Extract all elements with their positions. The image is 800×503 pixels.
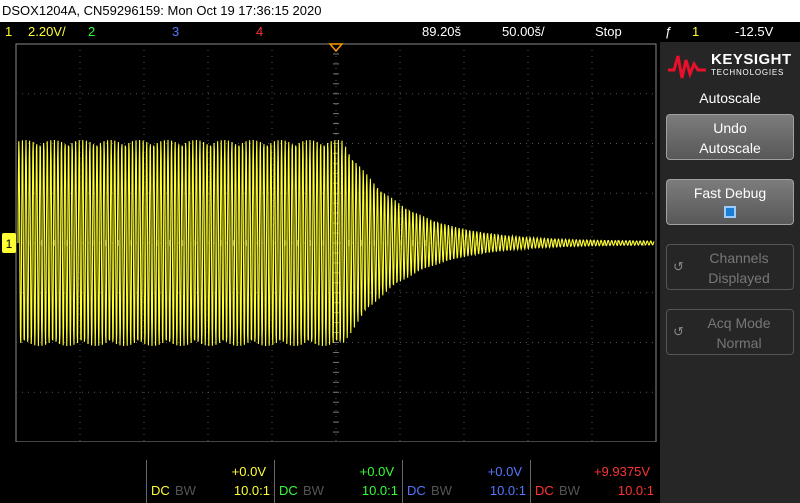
loop-arrow-icon: ↺: [673, 259, 684, 274]
acq-mode-button[interactable]: ↺ Acq Mode Normal: [666, 309, 794, 355]
ch1-ground-label: 1: [6, 237, 13, 251]
trigger-slope-icon: ƒ: [665, 24, 673, 39]
ch3-offset: +0.0V: [487, 464, 522, 479]
ch2-info[interactable]: +0.0V DC BW 10.0:1: [274, 460, 402, 503]
brand-subtitle: TECHNOLOGIES: [711, 68, 785, 77]
ch1-scale[interactable]: 2.20V/: [28, 24, 66, 39]
ch1-number[interactable]: 1: [5, 24, 12, 39]
status-bar: 1 2.20V/ 2 3 4 89.20š 50.00š/ Stop ƒ 1 -…: [0, 22, 800, 42]
menu-title: Autoscale: [699, 90, 761, 106]
ch4-bw: BW: [559, 483, 580, 498]
ch4-coupling: DC: [535, 483, 554, 498]
fast-debug-indicator: [724, 206, 736, 218]
waveform-display[interactable]: 1: [0, 42, 660, 442]
ch1-info[interactable]: +0.0V DC BW 10.0:1: [146, 460, 274, 503]
keysight-wave-icon: [668, 55, 706, 79]
fast-debug-button[interactable]: Fast Debug: [666, 179, 794, 225]
acq-mode-sublabel: Normal: [716, 335, 762, 351]
ch4-probe: 10.0:1: [617, 483, 654, 498]
ch3-bw: BW: [431, 483, 452, 498]
trigger-level[interactable]: -12.5V: [735, 24, 773, 39]
ch3-number[interactable]: 3: [172, 24, 179, 39]
ch2-coupling: DC: [279, 483, 298, 498]
ch1-bw: BW: [175, 483, 196, 498]
time-scale[interactable]: 50.00š/: [502, 24, 545, 39]
channels-sublabel: Displayed: [708, 270, 770, 286]
undo-sublabel: Autoscale: [699, 140, 761, 156]
time-delay[interactable]: 89.20š: [422, 24, 461, 39]
ch2-offset: +0.0V: [359, 464, 394, 479]
channels-displayed-button[interactable]: ↺ Channels Displayed: [666, 244, 794, 290]
channel-info-bar: +0.0V DC BW 10.0:1 +0.0V DC BW 10.0:1 +0…: [0, 460, 660, 503]
fast-debug-label: Fast Debug: [693, 185, 767, 201]
graticule: 1: [2, 43, 657, 442]
ch4-number[interactable]: 4: [256, 24, 263, 39]
trigger-position-marker: [328, 43, 344, 53]
softkey-panel: KEYSIGHT TECHNOLOGIES Autoscale Undo Aut…: [660, 42, 800, 503]
ch4-info[interactable]: +9.9375V DC BW 10.0:1: [530, 460, 658, 503]
brand-name: KEYSIGHT: [711, 51, 792, 68]
acq-mode-label: Acq Mode: [707, 315, 771, 331]
ch3-info[interactable]: +0.0V DC BW 10.0:1: [402, 460, 530, 503]
ch2-number[interactable]: 2: [88, 24, 95, 39]
ch3-coupling: DC: [407, 483, 426, 498]
undo-label: Undo: [713, 120, 747, 136]
ch2-bw: BW: [303, 483, 324, 498]
ch4-offset: +9.9375V: [593, 464, 650, 479]
brand-logo: KEYSIGHT TECHNOLOGIES: [668, 48, 792, 84]
run-state[interactable]: Stop: [595, 24, 622, 39]
ch1-coupling: DC: [151, 483, 170, 498]
window-title: DSOX1204A, CN59296159: Mon Oct 19 17:36:…: [0, 0, 800, 22]
ch1-probe: 10.0:1: [233, 483, 270, 498]
trigger-source[interactable]: 1: [692, 24, 699, 39]
undo-autoscale-button[interactable]: Undo Autoscale: [666, 114, 794, 160]
ch3-probe: 10.0:1: [489, 483, 526, 498]
loop-arrow-icon: ↺: [673, 324, 684, 339]
channels-label: Channels: [709, 250, 769, 266]
ch2-probe: 10.0:1: [361, 483, 398, 498]
ch1-offset: +0.0V: [231, 464, 266, 479]
